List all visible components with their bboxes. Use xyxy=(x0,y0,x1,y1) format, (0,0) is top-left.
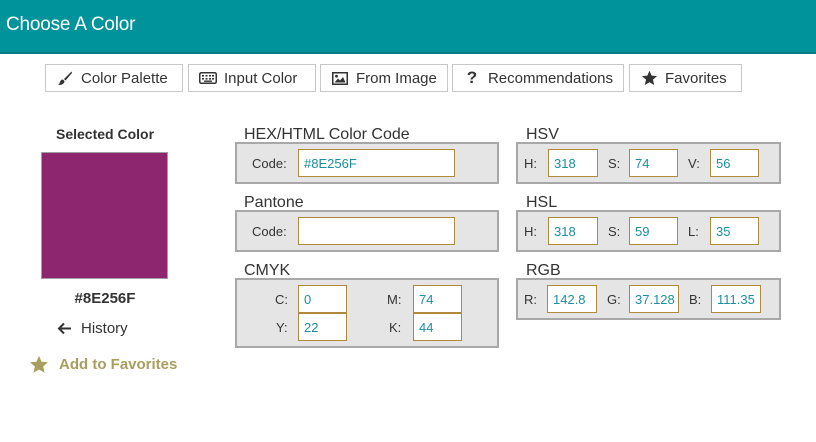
hsl-s-label: S: xyxy=(608,224,621,239)
hsl-h-label: H: xyxy=(524,224,537,239)
cmyk-c-label: C: xyxy=(275,292,288,307)
hsl-l-label: L: xyxy=(688,224,699,239)
tab-label: Recommendations xyxy=(487,69,613,87)
cmyk-m-input[interactable]: 74 xyxy=(413,285,462,313)
tab-label: Input Color xyxy=(224,69,298,87)
rgb-b-input[interactable]: 111.35 xyxy=(711,285,761,313)
pantone-panel: Code: xyxy=(235,210,499,252)
brush-icon xyxy=(56,69,74,87)
hex-code-label: Code: xyxy=(252,156,287,171)
cmyk-k-input[interactable]: 44 xyxy=(413,313,462,341)
cmyk-c-input[interactable]: 0 xyxy=(298,285,347,313)
dialog-title: Choose A Color xyxy=(6,14,136,35)
question-icon: ? xyxy=(466,68,478,87)
tab-favorites[interactable]: Favorites xyxy=(629,64,742,92)
hsv-s-input[interactable]: 74 xyxy=(629,149,678,177)
hsv-h-input[interactable]: 318 xyxy=(548,149,598,177)
hsl-s-input[interactable]: 59 xyxy=(629,217,678,245)
arrow-left-icon xyxy=(57,322,72,335)
selected-color-label: Selected Color xyxy=(55,126,155,142)
cmyk-y-input[interactable]: 22 xyxy=(298,313,347,341)
cmyk-m-label: M: xyxy=(387,292,402,307)
tab-label: From Image xyxy=(356,69,437,87)
selected-color-hex: #8E256F xyxy=(74,290,136,307)
star-icon xyxy=(29,355,49,374)
add-to-favorites-button[interactable]: Add to Favorites xyxy=(29,355,177,374)
hsl-h-input[interactable]: 318 xyxy=(548,217,598,245)
keyboard-icon xyxy=(199,69,217,87)
app-header: Choose A Color xyxy=(0,0,816,54)
hex-panel: Code: #8E256F xyxy=(235,142,499,184)
rgb-g-input[interactable]: 37.128 xyxy=(629,285,679,313)
tab-from-image[interactable]: From Image xyxy=(320,64,448,92)
rgb-panel: R: 142.8 G: 37.128 B: 111.35 xyxy=(516,278,781,320)
hsl-l-input[interactable]: 35 xyxy=(710,217,759,245)
tab-color-palette[interactable]: Color Palette xyxy=(45,64,183,92)
rgb-b-label: B: xyxy=(689,292,702,307)
cmyk-k-label: K: xyxy=(389,320,402,335)
hsl-panel: H: 318 S: 59 L: 35 xyxy=(516,210,781,252)
add-to-favorites-label: Add to Favorites xyxy=(59,356,178,373)
pantone-code-input[interactable] xyxy=(298,217,455,245)
hex-code-input[interactable]: #8E256F xyxy=(298,149,455,177)
hsv-v-label: V: xyxy=(688,156,700,171)
star-icon xyxy=(640,69,658,87)
tab-recommendations[interactable]: ? Recommendations xyxy=(452,64,624,92)
pantone-code-label: Code: xyxy=(252,224,287,239)
cmyk-panel: C: 0 M: 74 Y: 22 K: 44 xyxy=(235,278,499,348)
tab-label: Favorites xyxy=(665,69,727,87)
selected-color-swatch xyxy=(41,152,168,279)
cmyk-y-label: Y: xyxy=(276,320,288,335)
rgb-r-label: R: xyxy=(524,292,537,307)
hsv-panel: H: 318 S: 74 V: 56 xyxy=(516,142,781,184)
image-icon xyxy=(331,69,349,87)
rgb-g-label: G: xyxy=(607,292,621,307)
hsv-v-input[interactable]: 56 xyxy=(710,149,759,177)
rgb-r-input[interactable]: 142.8 xyxy=(547,285,597,313)
tab-input-color[interactable]: Input Color xyxy=(188,64,316,92)
hsv-s-label: S: xyxy=(608,156,621,171)
history-link[interactable]: History xyxy=(57,320,128,337)
hsv-h-label: H: xyxy=(524,156,537,171)
history-label: History xyxy=(81,320,128,337)
tab-label: Color Palette xyxy=(81,69,168,87)
